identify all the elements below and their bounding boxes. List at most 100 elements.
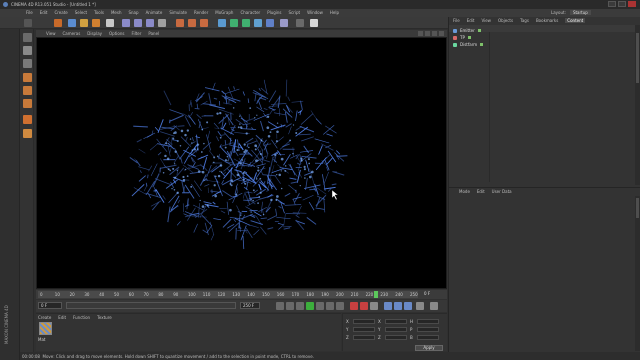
object-manager-scrollbar[interactable]: [635, 25, 640, 185]
render-view-icon[interactable]: [176, 19, 184, 27]
parameter-key-icon[interactable]: [416, 302, 424, 310]
material-menu-edit[interactable]: Edit: [58, 315, 66, 320]
light-icon[interactable]: [310, 19, 318, 27]
visibility-check-icon[interactable]: [477, 29, 481, 32]
camera-icon[interactable]: [296, 19, 304, 27]
menu-item-help[interactable]: Help: [330, 10, 339, 15]
spline-icon[interactable]: [254, 19, 262, 27]
menu-item-character[interactable]: Character: [240, 10, 260, 15]
menu-item-snap[interactable]: Snap: [128, 10, 138, 15]
object-row-tp[interactable]: TP: [453, 34, 471, 41]
coordinate-system-icon[interactable]: [106, 19, 114, 27]
scene-icon[interactable]: [280, 19, 288, 27]
toggle-views-icon[interactable]: [439, 31, 444, 36]
menu-item-window[interactable]: Window: [307, 10, 323, 15]
position-field[interactable]: [353, 326, 375, 332]
viewport-menu-view[interactable]: View: [46, 31, 56, 36]
attribute-manager-scrollbar[interactable]: [635, 196, 640, 351]
viewport-menu-cameras[interactable]: Cameras: [63, 31, 81, 36]
previous-key-icon[interactable]: [286, 302, 294, 310]
viewport-menu-display[interactable]: Display: [87, 31, 102, 36]
object-row-distfarm[interactable]: Distfarm: [453, 41, 484, 48]
rotation-key-icon[interactable]: [404, 302, 412, 310]
cube-primitive-icon[interactable]: [218, 19, 226, 27]
world-coordinates-icon[interactable]: [158, 19, 166, 27]
viewport-menu-panel[interactable]: Panel: [148, 31, 159, 36]
ruler-track[interactable]: 0 10 20 30 40 50 60 70 80 90 100 110 120 130 140 150 160…: [38, 291, 418, 298]
autokey-icon[interactable]: [360, 302, 368, 310]
layout-value[interactable]: Startup: [569, 10, 591, 15]
key-selection-icon[interactable]: [370, 302, 378, 310]
tab-objects[interactable]: Objects: [498, 18, 513, 23]
render-settings-icon[interactable]: [200, 19, 208, 27]
attribute-menu-user-data[interactable]: User Data: [492, 189, 512, 194]
tab-file[interactable]: File: [453, 18, 460, 23]
position-field[interactable]: [353, 318, 375, 324]
layout-selector[interactable]: Layout: Startup: [551, 10, 591, 15]
menu-item-file[interactable]: File: [26, 10, 33, 15]
rotate-view-icon[interactable]: [432, 31, 437, 36]
next-frame-icon[interactable]: [316, 302, 324, 310]
tab-bookmarks[interactable]: Bookmarks: [536, 18, 558, 23]
menu-item-edit[interactable]: Edit: [40, 10, 48, 15]
play-icon[interactable]: [306, 302, 314, 310]
menu-item-render[interactable]: Render: [194, 10, 208, 15]
make-editable-icon[interactable]: [23, 33, 32, 42]
position-key-icon[interactable]: [384, 302, 392, 310]
workplane-icon[interactable]: [23, 129, 32, 138]
playhead-marker[interactable]: [374, 291, 378, 298]
tab-content-active[interactable]: Content: [565, 18, 586, 23]
maximize-button[interactable]: [618, 1, 626, 7]
scale-key-icon[interactable]: [394, 302, 402, 310]
timeline-menu-icon[interactable]: [430, 302, 438, 310]
edges-mode-icon[interactable]: [23, 86, 32, 95]
material-menu-function[interactable]: Function: [73, 315, 90, 320]
pan-view-icon[interactable]: [418, 31, 423, 36]
tab-tags[interactable]: Tags: [520, 18, 529, 23]
points-mode-icon[interactable]: [23, 73, 32, 82]
end-frame-field[interactable]: 250 F: [240, 302, 260, 309]
live-selection-icon[interactable]: [54, 19, 62, 27]
material-swatch[interactable]: [39, 322, 52, 335]
tab-view[interactable]: View: [481, 18, 491, 23]
material-menu-texture[interactable]: Texture: [97, 315, 112, 320]
previous-frame-icon[interactable]: [296, 302, 304, 310]
z-axis-lock-icon[interactable]: [146, 19, 154, 27]
go-to-start-icon[interactable]: [276, 302, 284, 310]
render-picture-viewer-icon[interactable]: [188, 19, 196, 27]
texture-mode-icon[interactable]: [23, 59, 32, 68]
array-icon[interactable]: [242, 19, 250, 27]
material-menu-create[interactable]: Create: [38, 315, 51, 320]
close-button[interactable]: [628, 1, 636, 7]
scale-tool-icon[interactable]: [80, 19, 88, 27]
snap-icon[interactable]: [23, 115, 32, 124]
timeline-ruler[interactable]: 0 10 20 30 40 50 60 70 80 90 100 110 120 130 140 150 160…: [36, 290, 447, 299]
model-mode-icon[interactable]: [23, 46, 32, 55]
nurbs-icon[interactable]: [230, 19, 238, 27]
attribute-menu-edit[interactable]: Edit: [477, 189, 485, 194]
deformer-icon[interactable]: [266, 19, 274, 27]
menu-item-plugins[interactable]: Plugins: [267, 10, 281, 15]
menu-item-select[interactable]: Select: [75, 10, 87, 15]
size-field[interactable]: [385, 334, 407, 340]
menu-item-animate[interactable]: Animate: [146, 10, 163, 15]
viewport-menu-filter[interactable]: Filter: [131, 31, 141, 36]
object-row-emitter[interactable]: Emitter: [453, 27, 481, 34]
scroll-thumb[interactable]: [636, 198, 639, 218]
menu-item-tools[interactable]: Tools: [94, 10, 104, 15]
undo-button[interactable]: [24, 19, 32, 27]
rotation-field[interactable]: [417, 326, 439, 332]
perspective-viewport[interactable]: [36, 37, 447, 289]
attribute-menu-mode[interactable]: Mode: [459, 189, 470, 194]
menu-item-mesh[interactable]: Mesh: [111, 10, 122, 15]
polygons-mode-icon[interactable]: [23, 99, 32, 108]
menu-item-create[interactable]: Create: [54, 10, 67, 15]
record-icon[interactable]: [350, 302, 358, 310]
go-to-end-icon[interactable]: [336, 302, 344, 310]
visibility-check-icon[interactable]: [480, 43, 484, 46]
start-frame-field[interactable]: 0 F: [38, 302, 62, 309]
viewport-menu-options[interactable]: Options: [109, 31, 124, 36]
next-key-icon[interactable]: [326, 302, 334, 310]
scroll-thumb[interactable]: [636, 33, 639, 83]
menu-item-script[interactable]: Script: [289, 10, 301, 15]
